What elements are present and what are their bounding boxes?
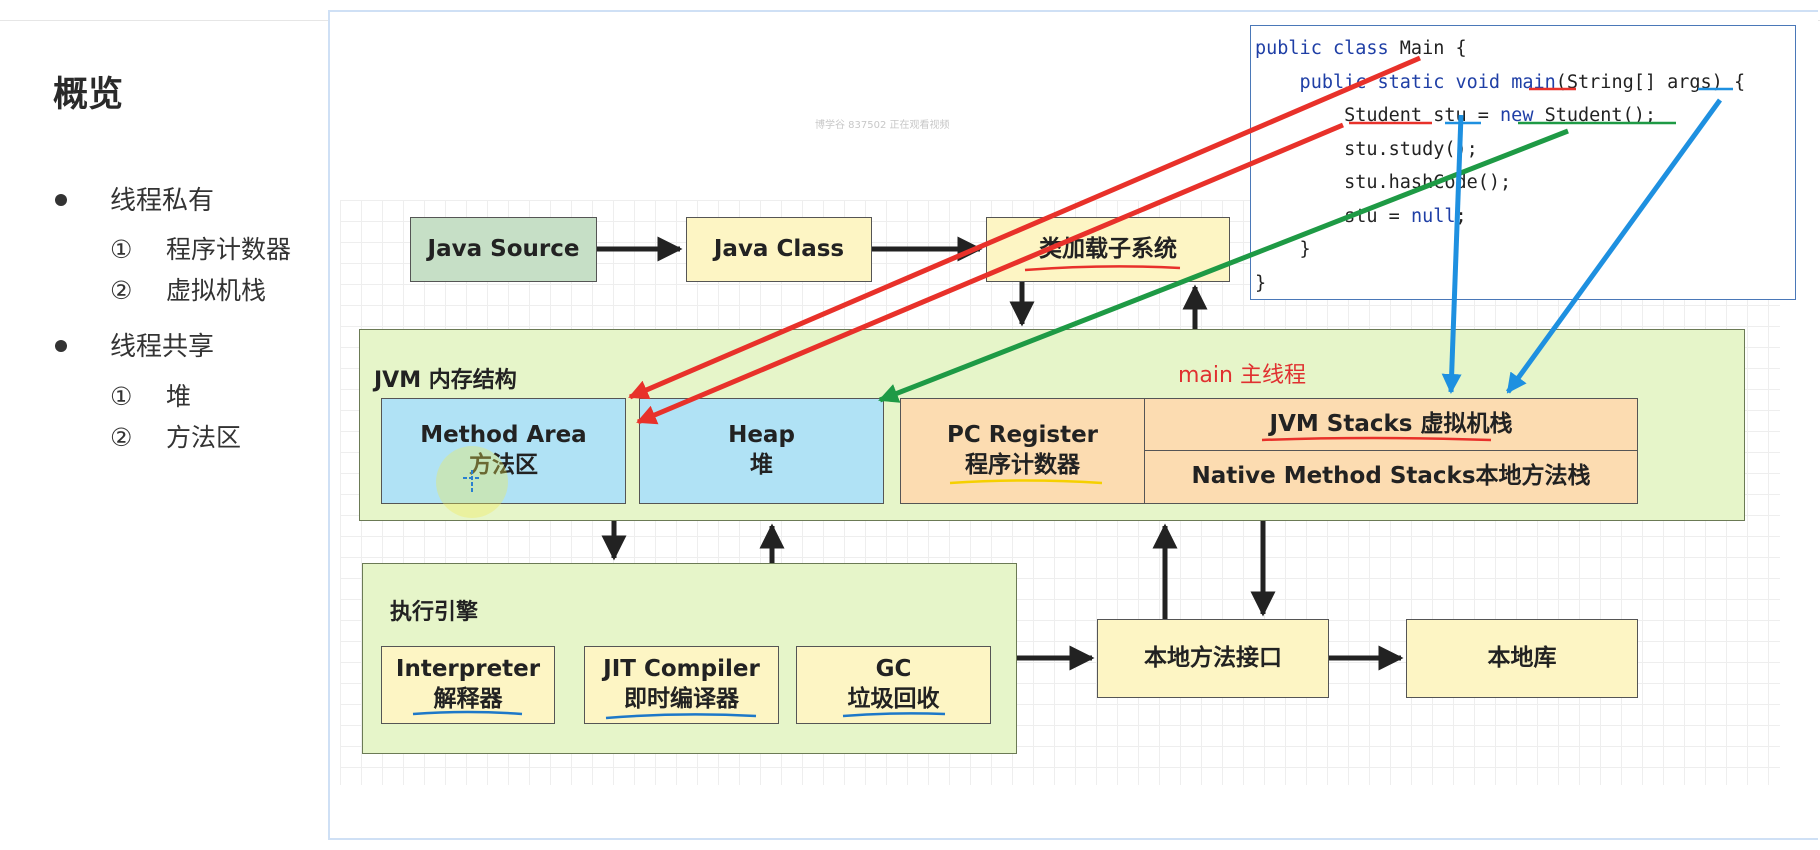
underline-jvm-stacks xyxy=(1261,436,1492,442)
red-arrow-student-to-method-area xyxy=(636,122,1344,425)
underline-interpreter xyxy=(412,710,523,716)
red-arrow-class-to-method-area xyxy=(628,55,1421,400)
underline-jit xyxy=(605,713,757,720)
blue-arrow-stu-to-stack xyxy=(1441,114,1464,394)
arrows-overlay xyxy=(412,55,1733,720)
underline-pc-register xyxy=(949,479,1103,485)
underline-class-loader xyxy=(1024,265,1181,272)
green-arrow-new-to-heap xyxy=(878,128,1569,403)
underline-gc xyxy=(842,712,946,718)
